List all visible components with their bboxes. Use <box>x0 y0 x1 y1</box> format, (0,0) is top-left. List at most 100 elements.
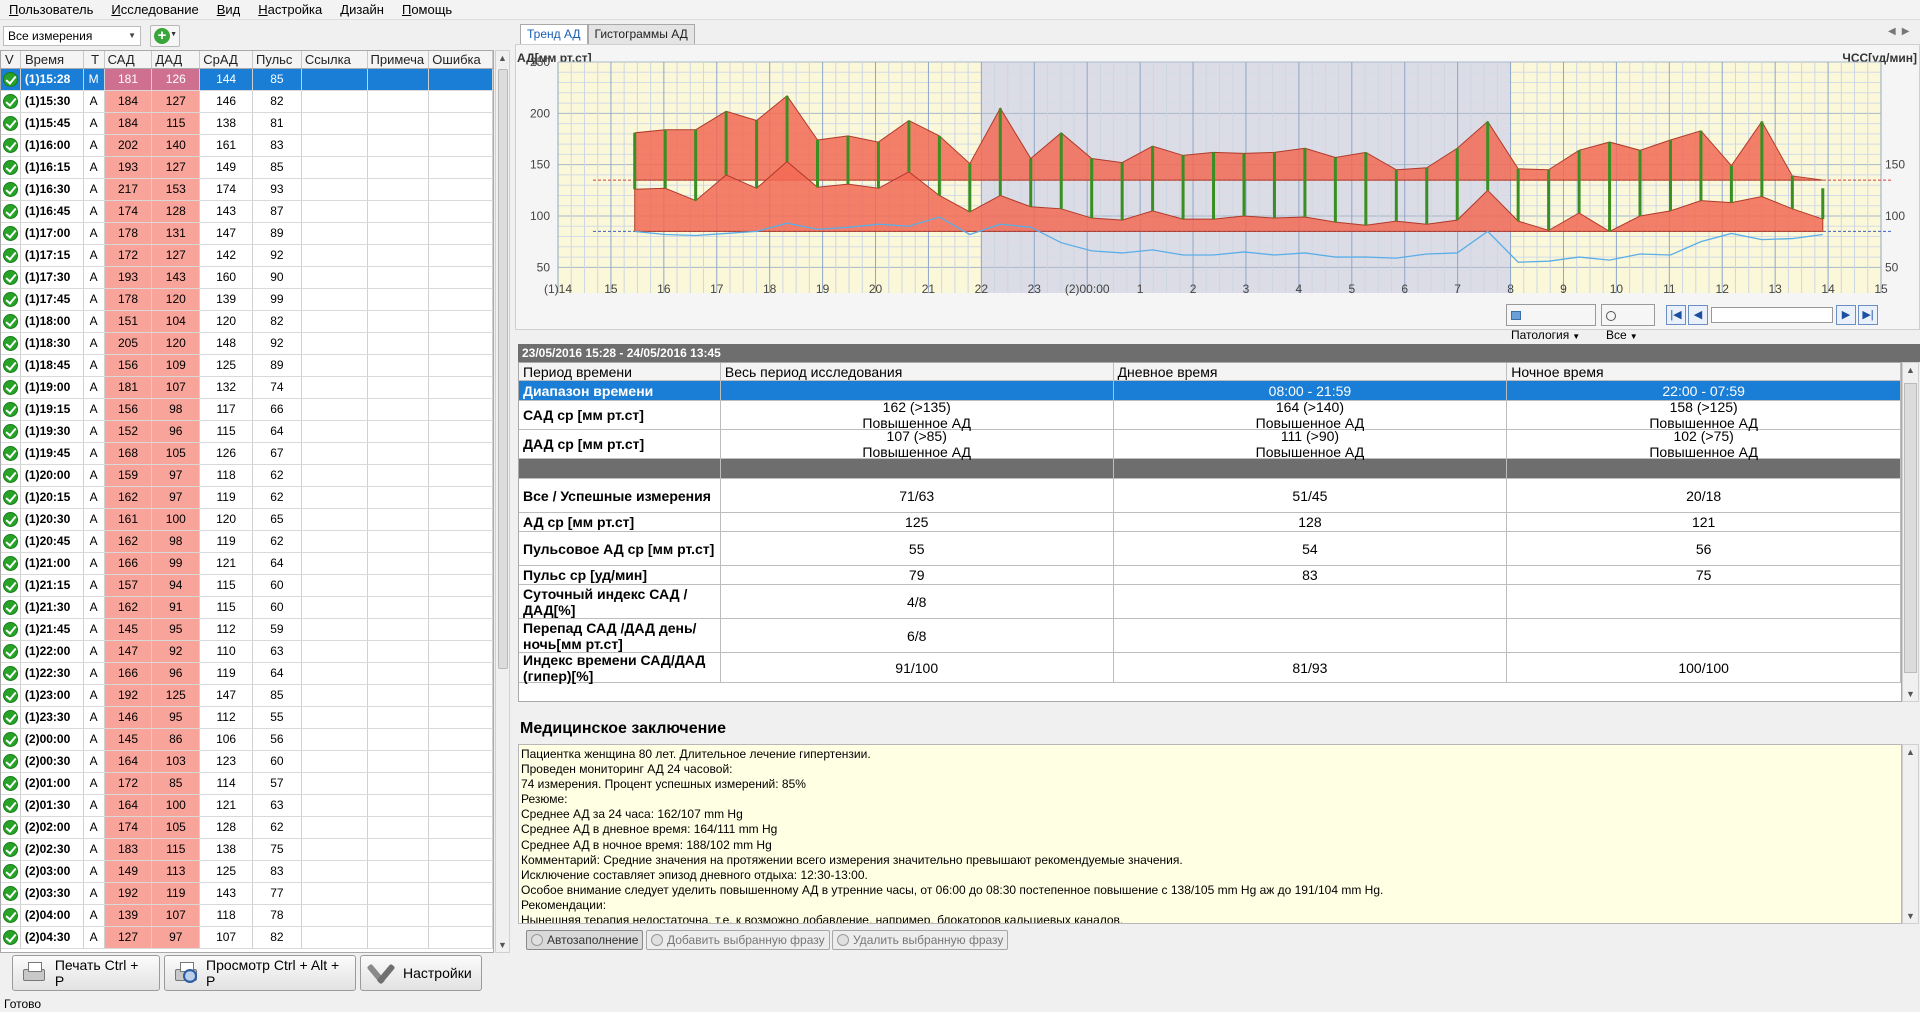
table-row[interactable]: (1)20:30 A 161 100 120 65 <box>1 509 493 531</box>
scroll-up-icon[interactable]: ▲ <box>496 53 509 63</box>
column-header[interactable]: САД <box>104 51 153 68</box>
column-header[interactable]: Ссылка <box>302 51 368 68</box>
column-header[interactable]: Время <box>21 51 84 68</box>
column-header[interactable]: СрАД <box>200 51 254 68</box>
summary-row[interactable]: АД ср [мм рт.ст] 125 128 121 <box>519 513 1901 532</box>
menu-study[interactable]: Исследование <box>102 0 207 20</box>
summary-row[interactable]: Индекс времени САД/ДАД (гипер)[%] 91/100 8… <box>519 652 1901 684</box>
measurement-filter-select[interactable]: Все измерения ▼ <box>3 26 141 46</box>
table-row[interactable]: (1)16:45 A 174 128 143 87 <box>1 201 493 223</box>
scrollbar-thumb[interactable] <box>1904 383 1917 673</box>
chart-scroll-track[interactable] <box>1711 307 1833 323</box>
scroll-up-icon[interactable]: ▲ <box>1906 365 1915 375</box>
table-row[interactable]: (1)17:00 A 178 131 147 89 <box>1 223 493 245</box>
table-row[interactable]: (1)22:30 A 166 96 119 64 <box>1 663 493 685</box>
table-row[interactable]: (1)16:30 A 217 153 174 93 <box>1 179 493 201</box>
table-row[interactable]: (1)21:15 A 157 94 115 60 <box>1 575 493 597</box>
table-row[interactable]: (1)19:15 A 156 98 117 66 <box>1 399 493 421</box>
table-row[interactable]: (1)21:45 A 145 95 112 59 <box>1 619 493 641</box>
summary-row[interactable]: Пульсовое АД ср [мм рт.ст] 55 54 56 <box>519 532 1901 566</box>
table-row[interactable]: (1)20:45 A 162 98 119 62 <box>1 531 493 553</box>
chevron-down-icon: ▼ <box>1572 332 1581 341</box>
summary-row[interactable]: Суточный индекс САД /ДАД[%] 4/8 <box>519 585 1901 619</box>
table-row[interactable]: (1)15:28 M 181 126 144 85 <box>1 69 493 91</box>
menu-view[interactable]: Вид <box>208 0 250 20</box>
settings-button[interactable]: Настройки <box>360 955 482 991</box>
tab-scroll-arrows[interactable]: ◀▶ <box>1888 26 1915 37</box>
y-right-tick-label: 100 <box>1885 209 1905 223</box>
scroll-up-icon[interactable]: ▲ <box>1906 747 1915 757</box>
table-row[interactable]: (1)20:15 A 162 97 119 62 <box>1 487 493 509</box>
column-header[interactable]: ДАД <box>152 51 201 68</box>
table-row[interactable]: (1)19:30 A 152 96 115 64 <box>1 421 493 443</box>
table-row[interactable]: (1)21:30 A 162 91 115 60 <box>1 597 493 619</box>
scroll-down-icon[interactable]: ▼ <box>1906 911 1915 921</box>
table-row[interactable]: (1)15:30 A 184 127 146 82 <box>1 91 493 113</box>
prev-page-button[interactable]: ◀ <box>1688 305 1708 325</box>
remove-phrase-button[interactable]: Удалить выбранную фразу <box>832 930 1009 950</box>
summary-range-row[interactable]: Диапазон времени 08:00 - 21:59 22:00 - 0… <box>519 381 1901 401</box>
table-row[interactable]: (1)17:45 A 178 120 139 99 <box>1 289 493 311</box>
table-row[interactable]: (1)23:00 A 192 125 147 85 <box>1 685 493 707</box>
add-phrase-button[interactable]: Добавить выбранную фразу <box>646 930 830 950</box>
conclusion-scrollbar[interactable]: ▲ ▼ <box>1902 744 1919 924</box>
menu-user[interactable]: Пользователь <box>0 0 102 20</box>
table-row[interactable]: (1)19:45 A 168 105 126 67 <box>1 443 493 465</box>
table-row[interactable]: (2)01:00 A 172 85 114 57 <box>1 773 493 795</box>
autofill-button[interactable]: Автозаполнение <box>526 930 644 950</box>
pathology-select[interactable]: Патология ▼ <box>1506 304 1596 342</box>
table-row[interactable]: (2)01:30 A 164 100 121 63 <box>1 795 493 817</box>
column-header[interactable]: T <box>84 51 105 68</box>
last-page-button[interactable]: ▶| <box>1858 305 1878 325</box>
table-row[interactable]: (2)03:00 A 149 113 125 83 <box>1 861 493 883</box>
table-row[interactable]: (1)21:00 A 166 99 121 64 <box>1 553 493 575</box>
table-row[interactable]: (1)17:15 A 172 127 142 92 <box>1 245 493 267</box>
table-row[interactable]: (1)19:00 A 181 107 132 74 <box>1 377 493 399</box>
next-page-button[interactable]: ▶ <box>1836 305 1856 325</box>
scroll-down-icon[interactable]: ▼ <box>496 940 509 950</box>
column-header[interactable]: V <box>1 51 21 68</box>
table-row[interactable]: (1)17:30 A 193 143 160 90 <box>1 267 493 289</box>
menu-design[interactable]: Дизайн <box>331 0 393 20</box>
tab-bp-histograms[interactable]: Гистограммы АД <box>587 24 695 44</box>
tab-bp-trend[interactable]: Тренд АД <box>520 24 588 44</box>
chart-filter-select[interactable]: Все ▼ <box>1601 304 1655 342</box>
table-row[interactable]: (1)16:00 A 202 140 161 83 <box>1 135 493 157</box>
table-row[interactable]: (2)00:00 A 145 86 106 56 <box>1 729 493 751</box>
table-row[interactable]: (2)04:30 A 127 97 107 82 <box>1 927 493 949</box>
column-header[interactable]: Примеча <box>368 51 430 68</box>
preview-button[interactable]: Просмотр Ctrl + Alt + P <box>164 955 356 991</box>
summary-scrollbar[interactable]: ▲ ▼ <box>1902 362 1919 702</box>
table-row[interactable]: (1)18:00 A 151 104 120 82 <box>1 311 493 333</box>
table-row[interactable]: (1)18:30 A 205 120 148 92 <box>1 333 493 355</box>
table-row[interactable]: (2)02:30 A 183 115 138 75 <box>1 839 493 861</box>
column-header[interactable]: Ошибка <box>429 51 493 68</box>
table-row[interactable]: (1)20:00 A 159 97 118 62 <box>1 465 493 487</box>
summary-row[interactable]: Пульс ср [уд/мин] 79 83 75 <box>519 566 1901 585</box>
table-row[interactable]: (2)00:30 A 164 103 123 60 <box>1 751 493 773</box>
time-cell: (1)16:30 <box>21 179 84 200</box>
table-row[interactable]: (1)18:45 A 156 109 125 89 <box>1 355 493 377</box>
add-measurement-button[interactable]: + ▼ <box>150 25 180 47</box>
table-scrollbar[interactable]: ▲ ▼ <box>495 50 510 953</box>
summary-row[interactable]: Перепад САД /ДАД день/ночь[мм рт.ст] 6/8 <box>519 619 1901 653</box>
table-row[interactable]: (2)04:00 A 139 107 118 78 <box>1 905 493 927</box>
column-header[interactable]: Пульс <box>253 51 302 68</box>
menu-help[interactable]: Помощь <box>393 0 461 20</box>
summary-row[interactable]: Все / Успешные измерения 71/63 51/45 20/18 <box>519 479 1901 513</box>
summary-row[interactable]: ДАД ср [мм рт.ст] 107 (>85) Повышенное АД 1… <box>519 428 1901 460</box>
table-row[interactable]: (2)02:00 A 174 105 128 62 <box>1 817 493 839</box>
table-row[interactable]: (1)22:00 A 147 92 110 63 <box>1 641 493 663</box>
table-row[interactable]: (1)15:45 A 184 115 138 81 <box>1 113 493 135</box>
status-cell <box>1 597 21 618</box>
first-page-button[interactable]: |◀ <box>1666 305 1686 325</box>
scroll-down-icon[interactable]: ▼ <box>1906 689 1915 699</box>
print-button[interactable]: Печать Ctrl + P <box>12 955 160 991</box>
menu-settings[interactable]: Настройка <box>249 0 331 20</box>
table-row[interactable]: (2)03:30 A 192 119 143 77 <box>1 883 493 905</box>
table-row[interactable]: (1)23:30 A 146 95 112 55 <box>1 707 493 729</box>
summary-row[interactable]: САД ср [мм рт.ст] 162 (>135) Повышенное АД… <box>519 399 1901 431</box>
table-row[interactable]: (1)16:15 A 193 127 149 85 <box>1 157 493 179</box>
conclusion-textarea[interactable]: Пациентка женщина 80 лет. Длительное леч… <box>518 744 1902 924</box>
scrollbar-thumb[interactable] <box>498 69 508 669</box>
